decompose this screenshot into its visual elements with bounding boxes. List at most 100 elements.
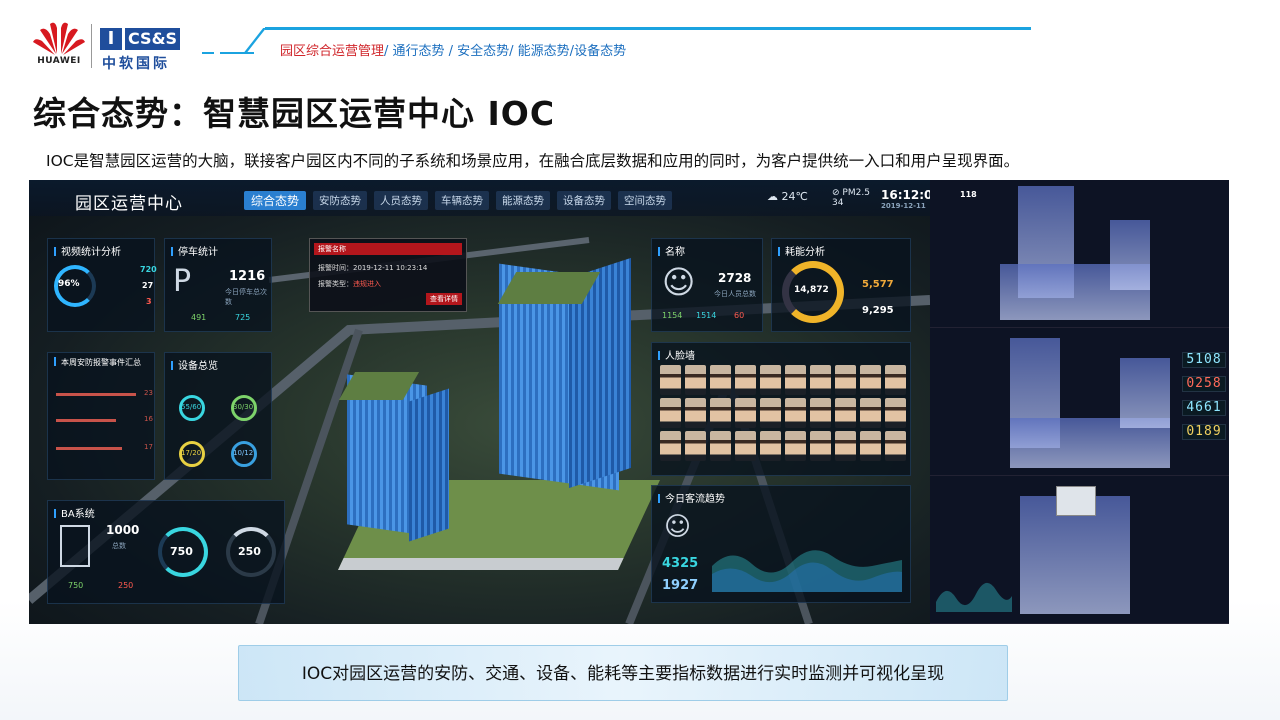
face-photo: [660, 398, 681, 428]
header-rule-mini: [202, 52, 214, 54]
leaf-icon: ⊘: [832, 188, 840, 198]
event-bar-3: [56, 447, 122, 450]
parking-sub: 今日停车总次数: [225, 288, 267, 306]
face-photo: [735, 431, 756, 461]
digit-readout-1: 5108: [1182, 352, 1226, 368]
ba-bad: 250: [118, 581, 134, 590]
face-photo: [860, 365, 881, 395]
ba-ok: 750: [68, 581, 84, 590]
face-photo: [810, 431, 831, 461]
ghost-wing: [1120, 358, 1170, 428]
panel-video-stats: 视频统计分析 96% 720 27 3: [47, 238, 157, 332]
pm-label: PM2.5: [842, 188, 870, 198]
panel-people: 名称 ☺ 2728 今日人员总数 1154 1514 60: [651, 238, 763, 332]
alarm-type-value: 违规进入: [353, 280, 381, 288]
face-photo: [785, 365, 806, 395]
weather: ☁ 24℃: [767, 190, 808, 203]
ba-ring2-value: 250: [238, 545, 261, 558]
alarm-type-label: 报警类型：: [318, 280, 353, 288]
panel-title: 视频统计分析: [54, 243, 121, 258]
people-c: 60: [734, 311, 745, 320]
building-icon: [60, 525, 90, 567]
video-v2: 27: [142, 281, 154, 290]
face-photo: [810, 398, 831, 428]
logo-divider: [91, 24, 92, 68]
energy-center: 14,872: [794, 285, 829, 295]
face-photo: [760, 431, 781, 461]
header-rule: [265, 27, 1031, 30]
energy-v1: 5,577: [862, 279, 894, 290]
face-grid: [660, 365, 906, 461]
alarm-popup[interactable]: 报警名称 报警时间：2019-12-11 10:23:14 报警类型：违规进入 …: [309, 238, 467, 312]
panel-title: 今日客流趋势: [658, 490, 725, 505]
tab-space[interactable]: 空间态势: [618, 191, 673, 210]
event-v1: 23: [144, 389, 153, 397]
tab-overview[interactable]: 综合态势: [244, 191, 307, 210]
panel-energy: 耗能分析 14,872 5,577 9,295: [771, 238, 911, 332]
parking-b: 725: [235, 313, 251, 322]
face-photo: [685, 365, 706, 395]
ba-total: 1000: [106, 523, 140, 537]
slide: HUAWEI I CS&S 中软国际 园区综合运营管理/ 通行态势 / 安全态势…: [0, 0, 1280, 720]
panel-face-wall: 人脸墙: [651, 342, 911, 476]
cloud-icon: ☁: [767, 190, 778, 203]
tab-people[interactable]: 人员态势: [374, 191, 429, 210]
dashboard-tabs: 综合态势 安防态势 人员态势 车辆态势 能源态势 设备态势 空间态势: [244, 191, 673, 210]
face-photo: [835, 365, 856, 395]
face-photo: [885, 398, 906, 428]
parking-total: 1216: [229, 269, 266, 284]
building-tower-b-side: [409, 388, 449, 542]
ghost-wing: [1110, 220, 1150, 290]
face-photo: [660, 431, 681, 461]
alarm-detail-button[interactable]: 查看详情: [426, 293, 462, 305]
weather-temp: 24℃: [781, 190, 808, 203]
face-photo: [785, 398, 806, 428]
face-photo: [710, 431, 731, 461]
breadcrumb-rest[interactable]: / 通行态势 / 安全态势/ 能源态势/设备态势: [384, 44, 626, 59]
tab-energy[interactable]: 能源态势: [496, 191, 551, 210]
device-r4: 10/12: [233, 449, 254, 457]
ba-total-label: 总数: [112, 542, 126, 550]
face-photo: [885, 365, 906, 395]
ioc-dashboard-image: 园区运营中心 综合态势 安防态势 人员态势 车辆态势 能源态势 设备态势 空间态…: [29, 180, 1229, 624]
face-photo: [760, 365, 781, 395]
video-v3: 3: [146, 297, 152, 306]
video-v1: 720: [140, 265, 157, 274]
screen-building-3d-mid: 5108 0258 4661 0189: [930, 328, 1229, 476]
panel-title: BA系统: [54, 505, 95, 520]
huawei-logo-text: HUAWEI: [37, 56, 81, 66]
device-r1: 55/60: [181, 403, 202, 411]
tab-devices[interactable]: 设备态势: [557, 191, 612, 210]
digit-readout-4: 0189: [1182, 424, 1226, 440]
face-photo: [835, 431, 856, 461]
huawei-logo: HUAWEI: [30, 18, 88, 70]
panel-title: 停车统计: [171, 243, 218, 258]
people-b: 1514: [696, 311, 717, 320]
page-title: 综合态势：智慧园区运营中心 IOC: [33, 94, 556, 133]
people-a: 1154: [662, 311, 683, 320]
panel-ba-system: BA系统 1000 总数 750 250 750 250: [47, 500, 285, 604]
panel-title: 本周安防报警事件汇总: [54, 357, 141, 368]
face-photo: [735, 398, 756, 428]
screen-building-3d-bottom: [930, 476, 1229, 624]
tab-vehicles[interactable]: 车辆态势: [435, 191, 490, 210]
csands-logo-text: CS&S: [125, 28, 181, 50]
panel-security-events: 本周安防报警事件汇总 23 16 17: [47, 352, 155, 480]
panel-device-overview: 设备总览 55/60 30/30 17/20 10/12: [164, 352, 272, 480]
video-percent: 96%: [58, 279, 80, 289]
right-screens: 118 5108 0258 4661 0189: [930, 180, 1229, 624]
person-icon: ☺: [664, 512, 692, 542]
face-photo: [860, 398, 881, 428]
flow-chart: [712, 550, 902, 592]
right-top-num: 118: [960, 190, 977, 199]
page-description: IOC是智慧园区运营的大脑，联接客户园区内不同的子系统和场景应用，在融合底层数据…: [46, 152, 1020, 170]
panel-title: 名称: [658, 243, 685, 258]
huawei-petals-icon: [33, 22, 85, 55]
parking-a: 491: [191, 313, 207, 322]
face-photo: [685, 398, 706, 428]
breadcrumb-active[interactable]: 园区综合运营管理: [280, 44, 384, 59]
tab-security[interactable]: 安防态势: [313, 191, 368, 210]
header-rule-slant: [242, 28, 267, 54]
panel-visitor-trend: 今日客流趋势 ☺ 4325 1927: [651, 485, 911, 603]
people-count: 2728: [718, 271, 752, 285]
